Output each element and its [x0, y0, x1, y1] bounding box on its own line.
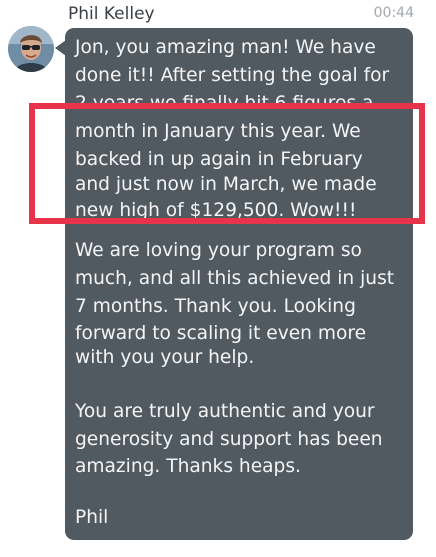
message-line: with you your help.: [75, 347, 255, 368]
message-line: Phil: [75, 507, 109, 528]
message-line: 2 years we finally hit 6 figures a: [75, 91, 373, 103]
message-line-clip: 2 years we finally hit 6 figures a: [0, 0, 436, 103]
message-line: amazing. Thanks heaps.: [75, 456, 301, 477]
message-line: You are truly authentic and your: [75, 401, 375, 422]
message-line: We are loving your program so: [75, 240, 362, 261]
chat-message: Phil Kelley 00:44 Jon, you amazing man! …: [0, 0, 436, 557]
message-line: generosity and support has been: [75, 429, 383, 450]
message-line: forward to scaling it even more: [75, 323, 367, 344]
highlight-box: [29, 103, 425, 224]
message-line: much, and all this achieved in just: [75, 268, 395, 289]
message-line: 7 months. Thank you. Looking: [75, 296, 356, 317]
